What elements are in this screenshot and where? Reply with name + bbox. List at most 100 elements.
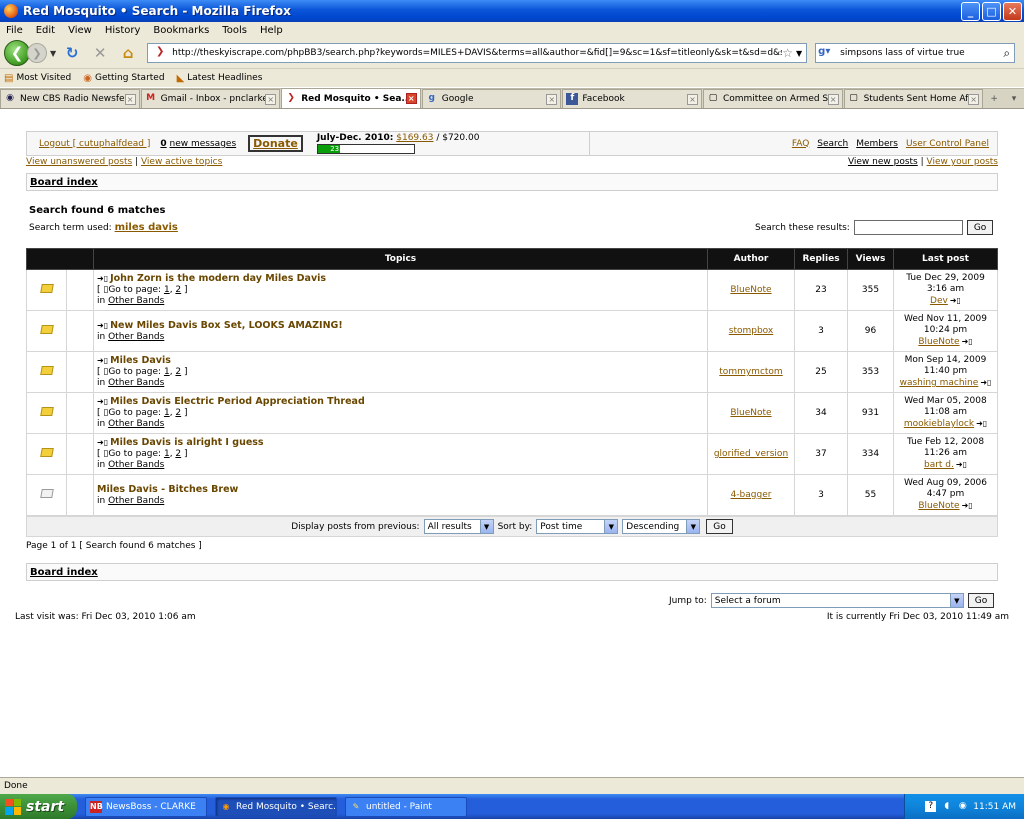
board-index-link-bottom[interactable]: Board index — [30, 567, 98, 578]
author-link[interactable]: stompbox — [729, 326, 773, 336]
topic-title-link[interactable]: Miles Davis is alright I guess — [110, 437, 263, 448]
tab-close-icon[interactable]: × — [265, 93, 277, 105]
author-link[interactable]: 4-bagger — [731, 490, 772, 500]
last-post-author-link[interactable]: BlueNote — [918, 337, 959, 347]
menu-help[interactable]: Help — [254, 25, 290, 36]
goal-raised[interactable]: $169.63 — [396, 133, 433, 143]
bookmark-latest-headlines[interactable]: ◣ Latest Headlines — [177, 73, 263, 84]
jump-select[interactable]: Select a forum ▼ — [710, 593, 964, 608]
menu-tools[interactable]: Tools — [216, 25, 254, 36]
view-new-posts-link[interactable]: View new posts — [848, 157, 918, 167]
jump-go-button[interactable]: Go — [967, 593, 995, 608]
tab-close-icon[interactable]: × — [686, 93, 698, 105]
topic-title-link[interactable]: New Miles Davis Box Set, LOOKS AMAZING! — [110, 320, 343, 331]
logout-link[interactable]: Logout [ cutuphalfdead ] — [39, 139, 150, 149]
topic-page-link[interactable]: 2 — [175, 367, 181, 377]
last-post-author-link[interactable]: bart d. — [924, 460, 954, 470]
topic-page-link[interactable]: 2 — [175, 285, 181, 295]
forum-link[interactable]: Other Bands — [108, 296, 164, 306]
view-newest-post-icon[interactable]: ➜▯ — [97, 397, 108, 406]
web-search-query[interactable]: simpsons lass of virtue true — [840, 48, 1003, 58]
forum-link[interactable]: Other Bands — [108, 332, 164, 342]
view-active-link[interactable]: View active topics — [141, 157, 222, 167]
view-latest-post-icon[interactable]: ➜▯ — [976, 419, 987, 428]
view-latest-post-icon[interactable]: ➜▯ — [962, 501, 973, 510]
user-control-panel-link[interactable]: User Control Panel — [906, 139, 989, 149]
search-results-input[interactable] — [853, 220, 963, 235]
menu-history[interactable]: History — [99, 25, 148, 36]
tab-students[interactable]: ▢ Students Sent Home Af... × — [843, 89, 984, 108]
view-newest-post-icon[interactable]: ➜▯ — [97, 356, 108, 365]
forward-button[interactable]: ❯ — [27, 43, 47, 63]
menu-edit[interactable]: Edit — [30, 25, 62, 36]
close-button[interactable]: ✕ — [1003, 1, 1022, 21]
forum-link[interactable]: Other Bands — [108, 496, 164, 506]
tab-list-icon[interactable]: ▾ — [1004, 89, 1024, 108]
tab-close-icon[interactable]: × — [546, 93, 558, 105]
view-latest-post-icon[interactable]: ➜▯ — [950, 296, 961, 305]
last-post-author-link[interactable]: Dev — [930, 296, 948, 306]
tab-close-icon[interactable]: × — [405, 93, 417, 104]
last-post-author-link[interactable]: BlueNote — [918, 501, 959, 511]
menu-view[interactable]: View — [62, 25, 99, 36]
author-link[interactable]: BlueNote — [730, 285, 771, 295]
tab-red-mosquito[interactable]: ❯ Red Mosquito • Sea... × — [281, 88, 421, 108]
bookmark-star-icon[interactable]: ☆ — [782, 46, 793, 60]
new-tab-icon[interactable]: + — [984, 89, 1004, 108]
menu-file[interactable]: File — [0, 25, 30, 36]
display-select[interactable]: All results ▼ — [423, 519, 494, 534]
view-latest-post-icon[interactable]: ➜▯ — [962, 337, 973, 346]
maximize-button[interactable]: □ — [982, 1, 1001, 21]
tab-google[interactable]: g Google × — [421, 89, 562, 108]
tab-close-icon[interactable]: × — [827, 93, 839, 105]
task-firefox[interactable]: ◉ Red Mosquito • Searc... — [215, 796, 337, 817]
task-newsboss[interactable]: NB NewsBoss - CLARKE — [85, 796, 207, 817]
start-button[interactable]: start — [0, 794, 77, 819]
view-newest-post-icon[interactable]: ➜▯ — [97, 438, 108, 447]
google-icon[interactable]: g▾ — [818, 46, 836, 60]
tab-committee[interactable]: ▢ Committee on Armed S... × — [702, 89, 843, 108]
volume-icon[interactable]: ◖ — [941, 801, 952, 812]
view-your-posts-link[interactable]: View your posts — [927, 157, 998, 167]
url-dropdown-icon[interactable]: ▼ — [796, 49, 802, 58]
window-title-bar[interactable]: Red Mosquito • Search - Mozilla Firefox … — [0, 0, 1024, 22]
view-unanswered-link[interactable]: View unanswered posts — [26, 157, 132, 167]
clock[interactable]: 11:51 AM — [973, 802, 1016, 812]
search-term-link[interactable]: miles davis — [115, 222, 178, 233]
faq-link[interactable]: FAQ — [792, 139, 809, 149]
menu-bookmarks[interactable]: Bookmarks — [147, 25, 216, 36]
web-search-box[interactable]: g▾ simpsons lass of virtue true ⌕ — [815, 43, 1016, 63]
stop-icon[interactable]: ✕ — [89, 43, 111, 63]
url-bar[interactable]: ❯ http://theskyiscrape.com/phpBB3/search… — [147, 43, 808, 63]
bookmark-most-visited[interactable]: ▤ Most Visited — [4, 73, 71, 84]
network-icon[interactable]: ◉ — [957, 801, 968, 812]
filter-go-button[interactable]: Go — [706, 519, 733, 534]
topic-title-link[interactable]: Miles Davis - Bitches Brew — [97, 484, 238, 495]
topic-title-link[interactable]: John Zorn is the modern day Miles Davis — [110, 273, 326, 284]
topic-page-link[interactable]: 1 — [164, 285, 170, 295]
topic-page-link[interactable]: 1 — [164, 367, 170, 377]
tab-facebook[interactable]: f Facebook × — [562, 89, 702, 108]
tab-cbs-radio[interactable]: ◉ New CBS Radio Newsfe... × — [0, 89, 140, 108]
search-link[interactable]: Search — [817, 139, 848, 149]
reload-icon[interactable]: ↻ — [61, 43, 83, 63]
help-icon[interactable]: ? — [925, 801, 937, 812]
bookmark-getting-started[interactable]: ◉ Getting Started — [83, 73, 164, 84]
order-select[interactable]: Descending ▼ — [622, 519, 701, 534]
view-newest-post-icon[interactable]: ➜▯ — [97, 274, 108, 283]
search-icon[interactable]: ⌕ — [1003, 46, 1010, 61]
history-dropdown-icon[interactable]: ▼ — [50, 49, 56, 58]
view-latest-post-icon[interactable]: ➜▯ — [956, 460, 967, 469]
topic-title-link[interactable]: Miles Davis — [110, 355, 171, 366]
tab-gmail[interactable]: M Gmail - Inbox - pnclarke... × — [140, 89, 281, 108]
author-link[interactable]: glorified_version — [714, 449, 788, 459]
search-results-go-button[interactable]: Go — [966, 220, 994, 235]
author-link[interactable]: tommymctom — [719, 367, 782, 377]
last-post-author-link[interactable]: mookieblaylock — [904, 419, 974, 429]
topic-page-link[interactable]: 2 — [175, 449, 181, 459]
home-icon[interactable]: ⌂ — [117, 43, 139, 63]
board-index-link[interactable]: Board index — [30, 177, 98, 188]
tab-close-icon[interactable]: × — [968, 93, 980, 105]
author-link[interactable]: BlueNote — [730, 408, 771, 418]
topic-title-link[interactable]: Miles Davis Electric Period Appreciation… — [110, 396, 365, 407]
